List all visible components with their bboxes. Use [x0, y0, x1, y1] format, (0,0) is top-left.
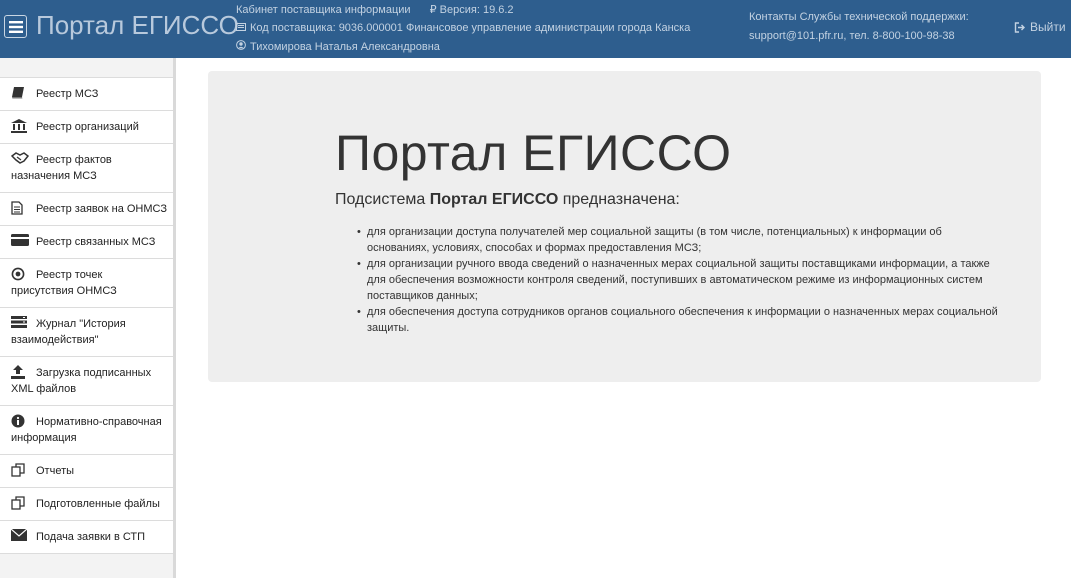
sidebar-item-presence-points[interactable]: Реестр точек присутствия ОНМСЗ: [0, 258, 173, 307]
sidebar-item-reports[interactable]: Отчеты: [0, 454, 173, 487]
sidebar-item-label: Подача заявки в СТП: [36, 531, 146, 543]
sidebar-item-prepared-files[interactable]: Подготовленные файлы: [0, 487, 173, 520]
page-title: Портал ЕГИССО: [335, 125, 732, 181]
bank-icon: [11, 119, 31, 133]
subtitle-bold: Портал ЕГИССО: [429, 191, 559, 208]
sidebar-item-assignment-facts[interactable]: Реестр фактов назначения МСЗ: [0, 143, 173, 192]
user-name: Тихомирова Наталья Александровна: [250, 41, 440, 53]
top-header: Портал ЕГИССО Кабинет поставщика информа…: [0, 0, 1071, 58]
support-title: Контакты Службы технической поддержки:: [749, 11, 969, 23]
user-circle-icon: [236, 40, 246, 53]
brand-title[interactable]: Портал ЕГИССО: [36, 10, 239, 41]
sidebar-menu: Реестр МСЗ Реестр организаций Реестр фак…: [0, 77, 173, 554]
list-item: для организации доступа получателей мер …: [357, 224, 1007, 256]
sidebar-item-support-request[interactable]: Подача заявки в СТП: [0, 520, 173, 554]
sidebar-item-onmsz-requests[interactable]: Реестр заявок на ОНМСЗ: [0, 192, 173, 225]
menu-toggle-button[interactable]: [4, 15, 27, 38]
supplier-label: Код поставщика: 9036.000001 Финансовое у…: [250, 22, 691, 34]
list-item: для обеспечения доступа сотрудников орга…: [357, 304, 1007, 336]
subtitle-prefix: Подсистема: [335, 191, 430, 208]
sidebar-item-label: Реестр МСЗ: [36, 88, 99, 100]
cabinet-info: Кабинет поставщика информации ₽ Версия: …: [236, 3, 514, 16]
sidebar-item-xml-upload[interactable]: Загрузка подписанных XML файлов: [0, 356, 173, 405]
cabinet-label: Кабинет поставщика информации: [236, 4, 411, 16]
target-icon: [11, 267, 31, 281]
sidebar-item-linked-msz[interactable]: Реестр связанных МСЗ: [0, 225, 173, 258]
sidebar-item-msz-registry[interactable]: Реестр МСЗ: [0, 77, 173, 110]
sidebar-item-label: Отчеты: [36, 465, 75, 477]
supplier-info: Код поставщика: 9036.000001 Финансовое у…: [236, 22, 690, 34]
logout-label: Выйти: [1030, 20, 1066, 34]
handshake-icon: [11, 152, 31, 166]
version-label: ₽ Версия: 19.6.2: [429, 4, 514, 16]
sidebar-item-label: Нормативно-справочная информация: [11, 416, 162, 444]
page-subtitle: Подсистема Портал ЕГИССО предназначена:: [335, 191, 680, 209]
id-card-icon: [236, 22, 246, 34]
book-icon: [11, 86, 31, 100]
document-icon: [11, 201, 31, 215]
copy-icon: [11, 463, 31, 477]
support-contacts: support@101.pfr.ru, тел. 8-800-100-98-38: [749, 30, 955, 42]
user-info: Тихомирова Наталья Александровна: [236, 40, 440, 53]
server-icon: [11, 316, 31, 330]
sidebar-item-organizations[interactable]: Реестр организаций: [0, 110, 173, 143]
credit-card-icon: [11, 234, 31, 248]
envelope-icon: [11, 529, 31, 543]
sidebar-item-reference-info[interactable]: Нормативно-справочная информация: [0, 405, 173, 454]
purpose-list: для организации доступа получателей мер …: [357, 224, 1007, 336]
list-item: для организации ручного ввода сведений о…: [357, 256, 1007, 304]
sidebar-item-label: Реестр организаций: [36, 121, 139, 133]
info-icon: [11, 414, 31, 428]
subtitle-suffix: предназначена:: [558, 191, 680, 208]
copy-icon: [11, 496, 31, 510]
hamburger-icon: [9, 21, 23, 33]
sidebar-item-label: Загрузка подписанных XML файлов: [11, 367, 152, 395]
sidebar-item-interaction-history[interactable]: Журнал "История взаимодействия": [0, 307, 173, 356]
logout-button[interactable]: Выйти: [1014, 20, 1066, 34]
sign-out-icon: [1014, 22, 1025, 33]
sidebar-item-label: Подготовленные файлы: [36, 498, 160, 510]
sidebar-item-label: Реестр связанных МСЗ: [36, 236, 156, 248]
welcome-panel: Портал ЕГИССО Подсистема Портал ЕГИССО п…: [208, 71, 1041, 382]
upload-icon: [11, 365, 31, 379]
sidebar-item-label: Реестр заявок на ОНМСЗ: [36, 203, 168, 215]
sidebar: Реестр МСЗ Реестр организаций Реестр фак…: [0, 58, 176, 578]
